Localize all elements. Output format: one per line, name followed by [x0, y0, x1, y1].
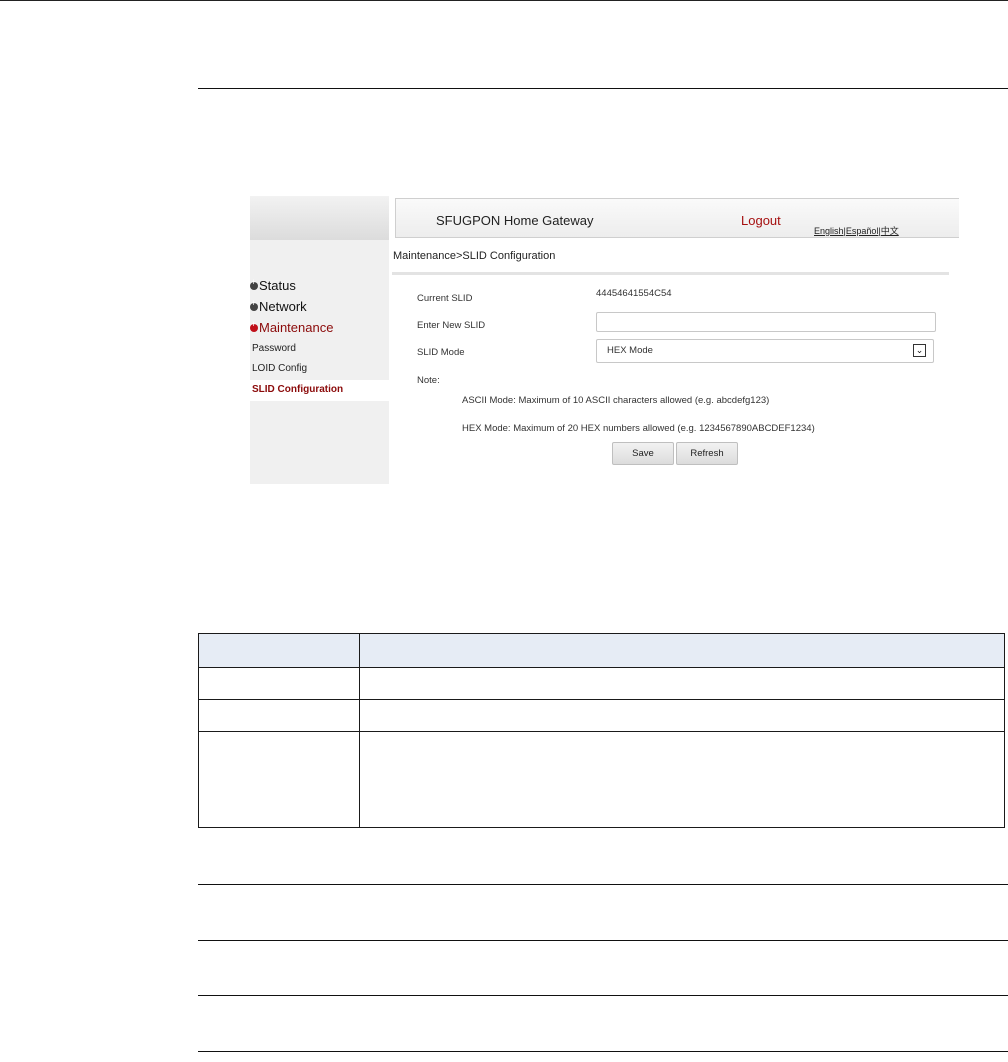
slid-mode-select[interactable]: HEX Mode ⌄	[596, 339, 934, 363]
section-rule	[198, 995, 1008, 996]
table-row	[198, 699, 1005, 732]
top-rule	[0, 0, 1008, 1]
sidebar	[250, 240, 389, 484]
table-cell	[359, 699, 1005, 732]
lang-english[interactable]: English	[814, 226, 844, 236]
gateway-title: SFUGPON Home Gateway	[436, 213, 594, 228]
table-header-cell	[359, 633, 1005, 668]
chevron-down-icon: ⌄	[913, 344, 926, 357]
table-header-row	[198, 633, 1005, 668]
gateway-screenshot: Status Network Maintenance Password LOID…	[250, 196, 959, 486]
table-row	[198, 667, 1005, 700]
expand-icon	[250, 298, 258, 311]
save-button[interactable]: Save	[612, 442, 674, 465]
collapse-icon	[250, 319, 258, 332]
section-rule	[198, 884, 1008, 885]
current-slid-value: 44454641554C54	[596, 288, 672, 299]
lang-chinese[interactable]: 中文	[881, 226, 899, 236]
sidebar-header	[250, 196, 389, 240]
refresh-button[interactable]: Refresh	[676, 442, 738, 465]
breadcrumb: Maintenance>SLID Configuration	[393, 250, 556, 262]
table-cell	[198, 667, 360, 700]
note-hex: HEX Mode: Maximum of 20 HEX numbers allo…	[462, 423, 815, 434]
table-cell	[198, 731, 360, 828]
note-label: Note:	[417, 375, 440, 386]
section-rule	[198, 940, 1008, 941]
parameter-table	[198, 633, 1005, 828]
table-cell	[359, 731, 1005, 828]
lang-espanol[interactable]: Español	[846, 226, 879, 236]
nav-slid-configuration[interactable]: SLID Configuration	[252, 384, 343, 395]
expand-icon	[250, 277, 258, 290]
new-slid-label: Enter New SLID	[417, 320, 486, 331]
table-cell	[198, 699, 360, 732]
logout-link[interactable]: Logout	[741, 213, 781, 228]
nav-maintenance[interactable]: Maintenance	[250, 319, 333, 335]
table-row	[198, 731, 1005, 828]
section-rule	[198, 1051, 1008, 1052]
table-cell	[359, 667, 1005, 700]
current-slid-label: Current SLID	[417, 293, 473, 304]
nav-network[interactable]: Network	[250, 298, 307, 314]
breadcrumb-divider	[392, 272, 949, 275]
language-selector: English|Español|中文	[814, 226, 899, 236]
table-header-cell	[198, 633, 360, 668]
gateway-header: SFUGPON Home Gateway Logout English|Espa…	[395, 198, 959, 238]
note-ascii: ASCII Mode: Maximum of 10 ASCII characte…	[462, 395, 770, 406]
nav-loid-config[interactable]: LOID Config	[252, 363, 307, 374]
section-rule	[198, 88, 1008, 89]
slid-mode-value: HEX Mode	[607, 345, 653, 356]
nav-status[interactable]: Status	[250, 277, 296, 293]
new-slid-input[interactable]	[596, 312, 936, 332]
nav-password[interactable]: Password	[252, 343, 296, 354]
slid-mode-label: SLID Mode	[417, 347, 465, 358]
